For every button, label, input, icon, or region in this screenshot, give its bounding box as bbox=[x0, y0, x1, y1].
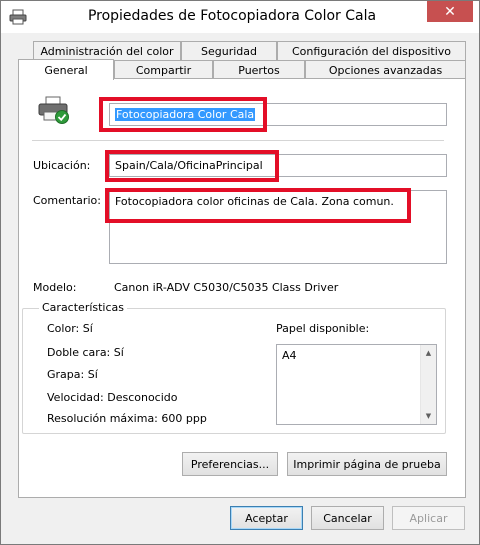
preferences-button[interactable]: Preferencias... bbox=[182, 452, 278, 476]
feature-speed: Velocidad: Desconocido bbox=[47, 391, 178, 404]
paper-list[interactable]: A4 ▲ ▼ bbox=[276, 344, 437, 425]
tab-configuracion-dispositivo[interactable]: Configuración del dispositivo bbox=[277, 41, 466, 60]
feature-color: Color: Sí bbox=[47, 322, 93, 335]
tab-compartir[interactable]: Compartir bbox=[114, 60, 213, 79]
accept-button[interactable]: Aceptar bbox=[230, 506, 303, 530]
close-icon: ✕ bbox=[444, 3, 456, 20]
location-label: Ubicación: bbox=[33, 159, 91, 172]
chevron-up-icon[interactable]: ▲ bbox=[421, 345, 436, 360]
title-bar: Propiedades de Fotocopiadora Color Cala … bbox=[1, 1, 479, 33]
feature-staple: Grapa: Sí bbox=[47, 368, 98, 381]
separator-top bbox=[32, 140, 444, 141]
paper-available-label: Papel disponible: bbox=[276, 322, 370, 335]
tab-opciones-avanzadas[interactable]: Opciones avanzadas bbox=[305, 60, 466, 79]
printer-properties-window: Propiedades de Fotocopiadora Color Cala … bbox=[0, 0, 480, 545]
printer-name-input[interactable]: Fotocopiadora Color Cala bbox=[109, 103, 447, 126]
tab-puertos[interactable]: Puertos bbox=[213, 60, 305, 79]
printer-name-value: Fotocopiadora Color Cala bbox=[115, 108, 256, 121]
feature-duplex: Doble cara: Sí bbox=[47, 346, 124, 359]
tab-seguridad[interactable]: Seguridad bbox=[181, 41, 277, 60]
features-title: Características bbox=[39, 301, 128, 314]
tab-administracion-color[interactable]: Administración del color bbox=[33, 41, 181, 60]
tab-strip: Administración del color Seguridad Confi… bbox=[18, 41, 466, 80]
feature-resolution: Resolución máxima: 600 ppp bbox=[47, 412, 207, 425]
apply-button[interactable]: Aplicar bbox=[392, 506, 465, 530]
comment-textarea[interactable]: Fotocopiadora color oficinas de Cala. Zo… bbox=[109, 190, 447, 264]
tab-general[interactable]: General bbox=[18, 59, 114, 80]
cancel-button[interactable]: Cancelar bbox=[311, 506, 384, 530]
print-test-page-button[interactable]: Imprimir página de prueba bbox=[287, 452, 447, 476]
model-label: Modelo: bbox=[33, 281, 77, 294]
paper-list-scrollbar[interactable]: ▲ ▼ bbox=[420, 345, 436, 424]
chevron-down-icon[interactable]: ▼ bbox=[421, 408, 436, 423]
model-value: Canon iR-ADV C5030/C5035 Class Driver bbox=[114, 281, 339, 294]
comment-label: Comentario: bbox=[33, 194, 101, 207]
list-item[interactable]: A4 bbox=[282, 349, 297, 362]
printer-check-icon bbox=[38, 96, 69, 124]
printer-icon bbox=[9, 9, 27, 25]
close-button[interactable]: ✕ bbox=[427, 1, 473, 22]
location-input[interactable]: Spain/Cala/OficinaPrincipal bbox=[109, 154, 447, 177]
window-title: Propiedades de Fotocopiadora Color Cala bbox=[87, 8, 377, 24]
